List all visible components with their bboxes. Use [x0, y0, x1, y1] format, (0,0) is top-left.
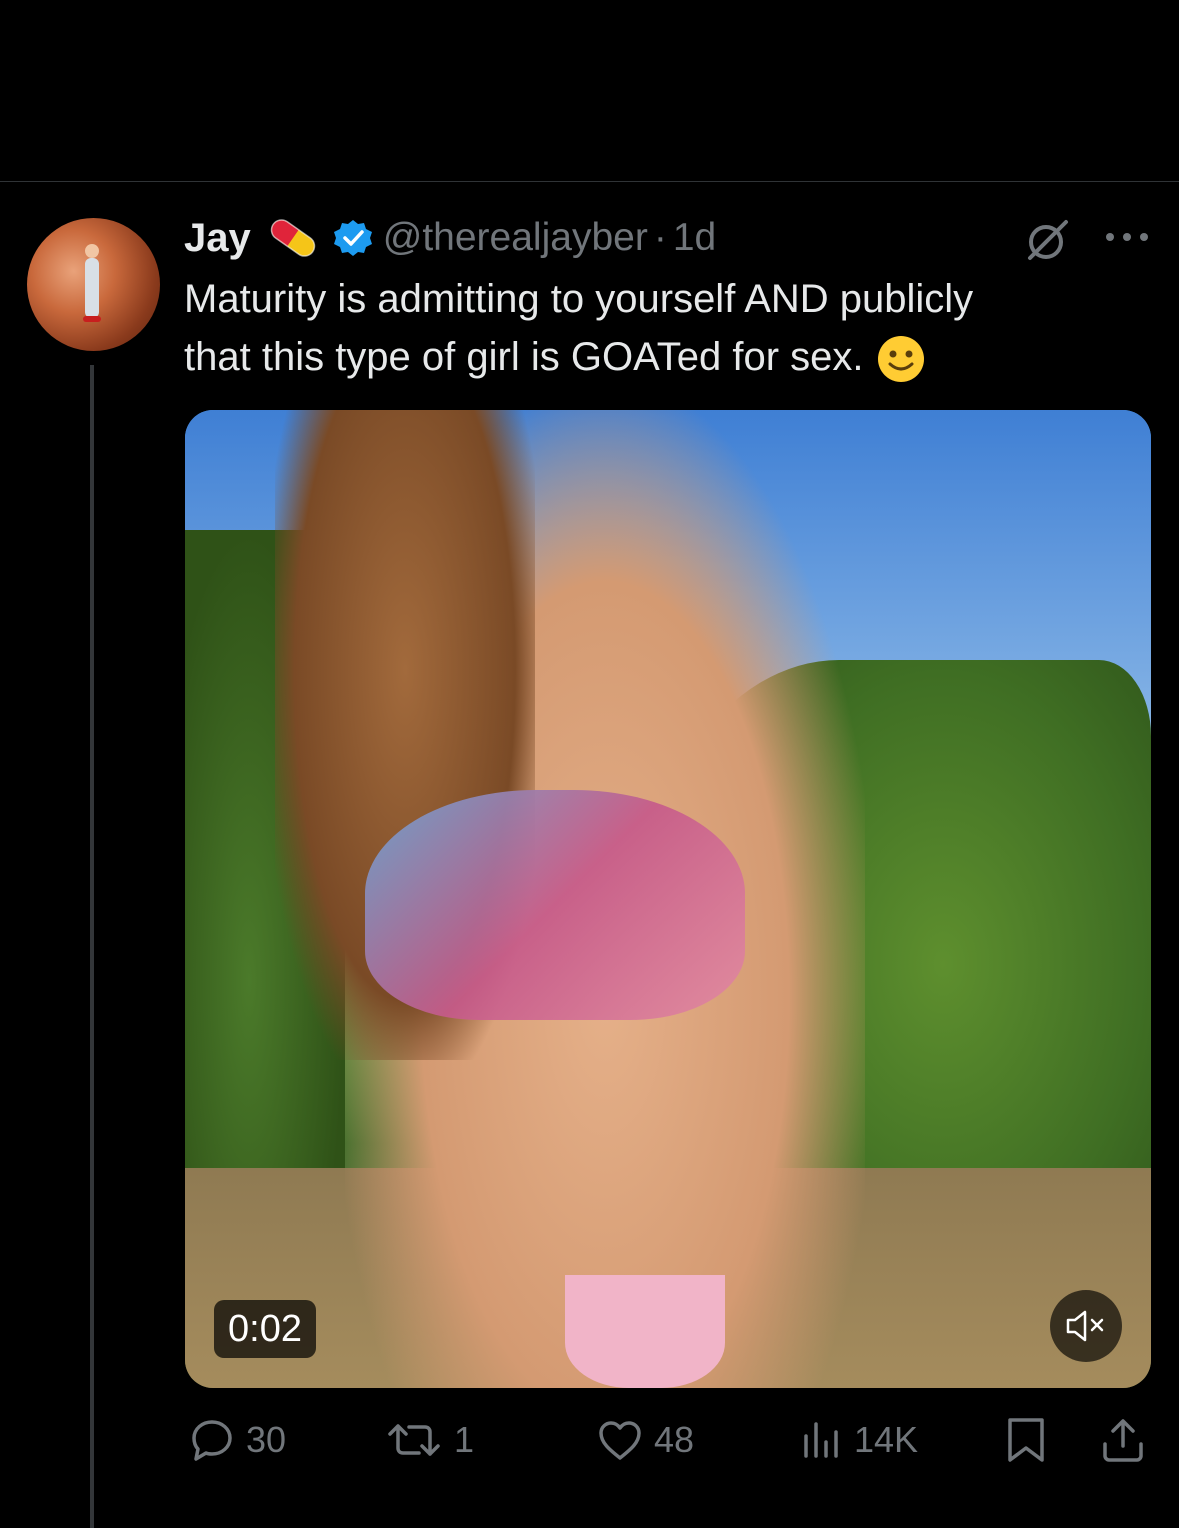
- video-duration-badge: 0:02: [214, 1300, 316, 1358]
- more-options-icon[interactable]: [1102, 222, 1152, 252]
- share-icon: [1103, 1419, 1143, 1462]
- share-button[interactable]: [1100, 1410, 1146, 1470]
- speaker-muted-icon: [1066, 1310, 1104, 1342]
- tweet-header: Jay @therealjayber · 1d: [184, 210, 716, 266]
- repost-icon: [388, 1424, 440, 1456]
- bookmark-icon: [1008, 1418, 1044, 1462]
- author-handle[interactable]: @therealjayber: [383, 216, 648, 260]
- bookmark-button[interactable]: [1004, 1410, 1048, 1470]
- slightly-smiling-face-icon: [876, 334, 926, 384]
- avatar-figure-head: [85, 244, 99, 258]
- mute-button[interactable]: [1050, 1290, 1122, 1362]
- avatar-figure-body: [85, 258, 99, 318]
- header-separator: ·: [653, 216, 667, 259]
- reply-button[interactable]: 30: [188, 1410, 286, 1470]
- views-button[interactable]: 14K: [800, 1410, 918, 1470]
- like-button[interactable]: 48: [596, 1410, 694, 1470]
- reply-icon: [192, 1420, 232, 1461]
- video-player[interactable]: [185, 410, 1151, 1388]
- grok-icon[interactable]: [1022, 218, 1072, 262]
- pill-icon: [263, 218, 323, 258]
- views-count: 14K: [854, 1419, 919, 1460]
- heart-icon: [599, 1421, 641, 1460]
- tweet-timestamp[interactable]: 1d: [673, 216, 716, 260]
- tweet-text: Maturity is admitting to yourself AND pu…: [184, 270, 1144, 386]
- reply-count: 30: [246, 1419, 287, 1460]
- repost-button[interactable]: 1: [384, 1410, 474, 1470]
- video-swimsuit-bottom: [565, 1275, 725, 1388]
- thread-line: [90, 365, 94, 1528]
- verified-badge-icon[interactable]: [333, 218, 373, 258]
- like-count: 48: [654, 1419, 695, 1460]
- tweet-text-line-2: that this type of girl is GOATed for sex…: [184, 335, 864, 379]
- repost-count: 1: [454, 1419, 475, 1460]
- tweet-text-line-2-wrap: that this type of girl is GOATed for sex…: [184, 328, 1144, 386]
- avatar[interactable]: [27, 218, 160, 351]
- video-swimsuit-top: [365, 790, 745, 1020]
- author-display-name[interactable]: Jay: [184, 216, 251, 261]
- analytics-icon: [804, 1422, 838, 1458]
- tweet-text-line-1: Maturity is admitting to yourself AND pu…: [184, 277, 974, 321]
- avatar-figure-shoes: [83, 316, 101, 322]
- top-divider: [0, 181, 1179, 182]
- tweet-actions: 30 1 48 14K: [184, 1410, 1154, 1470]
